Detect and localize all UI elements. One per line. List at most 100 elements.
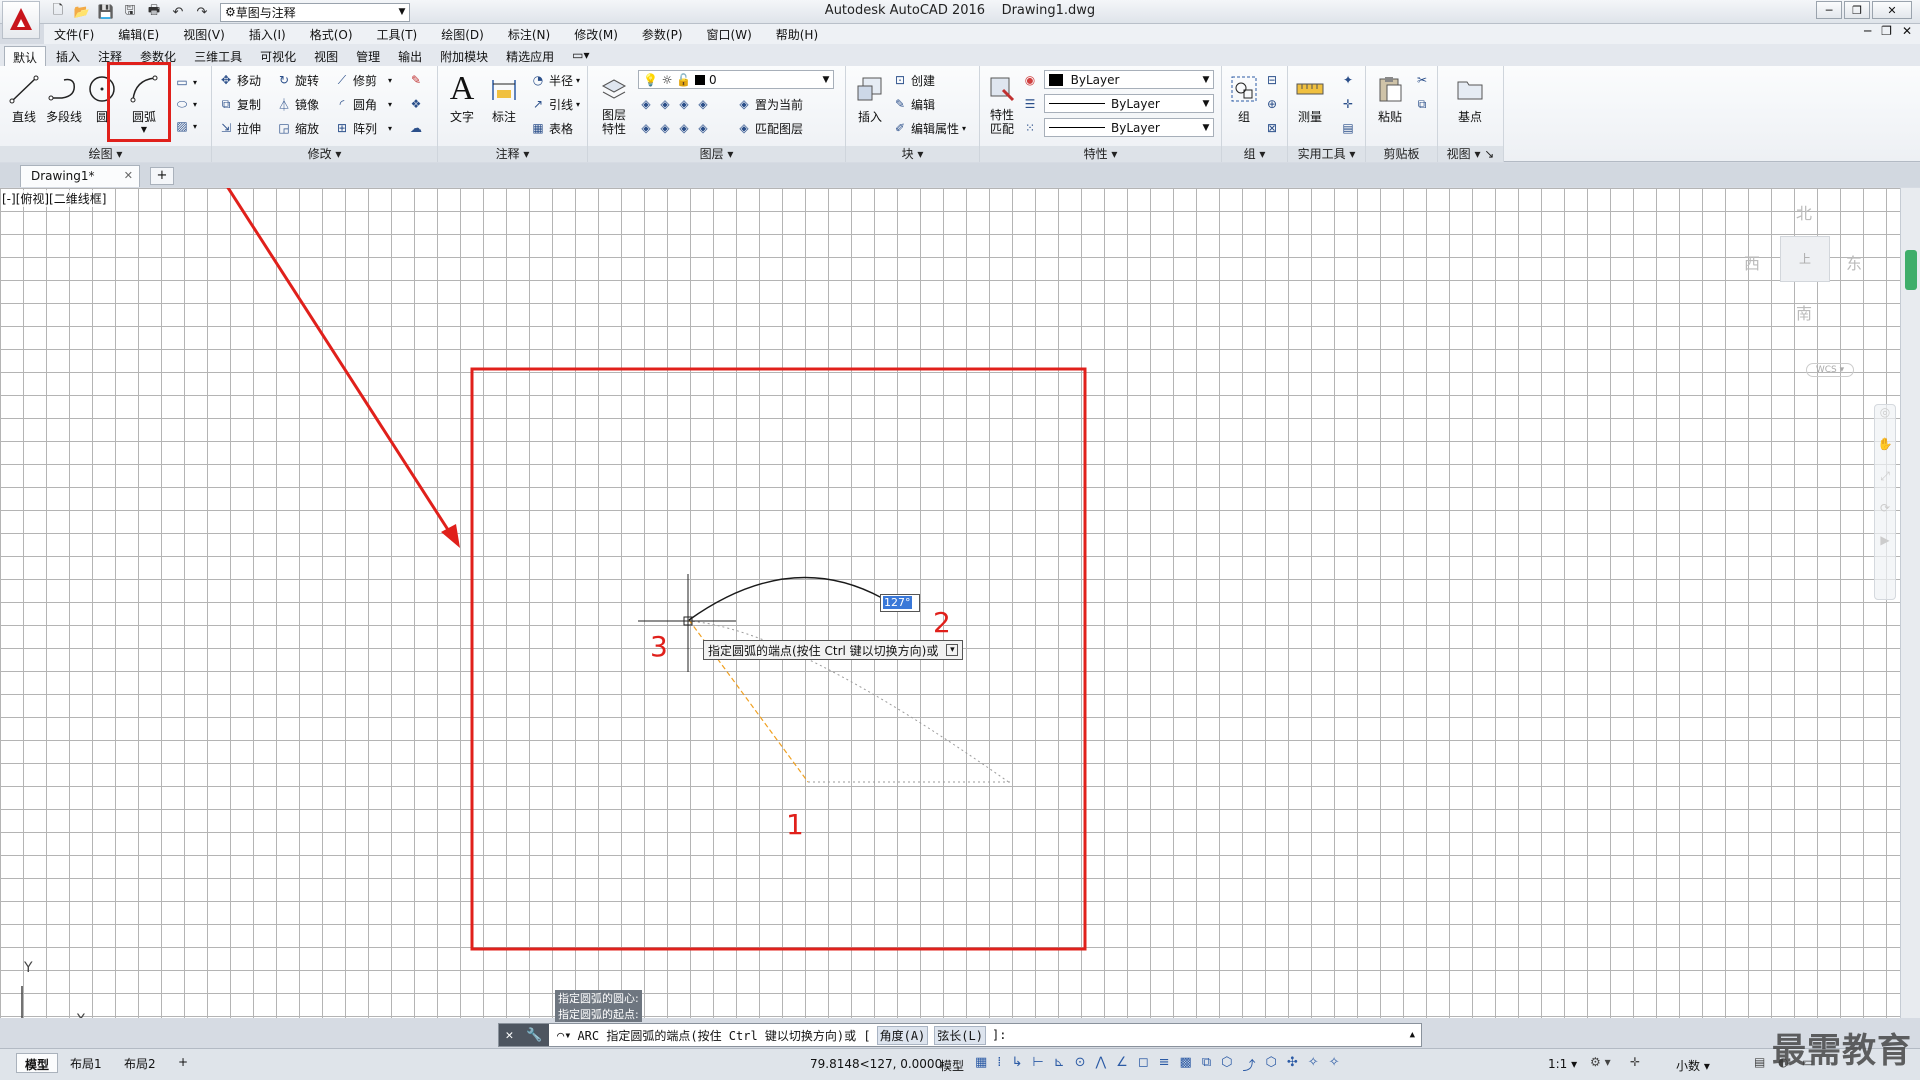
match-layer-button[interactable]: ◈ 匹配图层: [736, 118, 803, 138]
lineweight-dropdown[interactable]: ByLayer ▼: [1044, 118, 1214, 137]
lineweight-icon[interactable]: ☰: [1022, 94, 1038, 114]
ribbon-tab-0[interactable]: 默认: [4, 46, 47, 66]
annotation-monitor-icon[interactable]: ✛: [1630, 1055, 1640, 1069]
polyline-button[interactable]: 多段线: [42, 70, 86, 125]
layout2-tab[interactable]: 布局2: [116, 1053, 164, 1073]
annotation-panel-title[interactable]: 注释 ▾: [438, 146, 587, 162]
annotation-scale[interactable]: 1:1 ▾: [1548, 1057, 1577, 1071]
ungroup-icon[interactable]: ⊟: [1264, 70, 1280, 90]
doc-close-button[interactable]: ✕: [1902, 24, 1912, 38]
array-button[interactable]: ⊞ 阵列 ▾: [334, 118, 392, 138]
doc-minimize-button[interactable]: ─: [1864, 24, 1871, 38]
groups-panel-title[interactable]: 组 ▾: [1222, 146, 1287, 162]
ribbon-tab-9[interactable]: 附加模块: [432, 46, 496, 66]
dimension-button[interactable]: 标注: [484, 70, 524, 125]
units-select[interactable]: 小数 ▾: [1676, 1057, 1710, 1074]
close-tab-icon[interactable]: ✕: [124, 169, 133, 182]
layers-panel-title[interactable]: 图层 ▾: [588, 146, 845, 162]
insert-block-button[interactable]: 插入: [850, 70, 890, 125]
angle-input[interactable]: 127°: [880, 594, 920, 612]
layer-thaw-icon[interactable]: ◈: [676, 120, 692, 136]
new-tab-button[interactable]: +: [150, 167, 174, 185]
hatch-button[interactable]: ▨ ▾: [174, 116, 197, 136]
make-current-button[interactable]: ◈ 置为当前: [736, 94, 803, 114]
ribbon-tab-3[interactable]: 参数化: [132, 46, 184, 66]
utilities-panel-title[interactable]: 实用工具 ▾: [1288, 146, 1365, 162]
transparency-toggle-icon[interactable]: ▩: [1180, 1055, 1192, 1074]
measure-button[interactable]: 测量: [1290, 70, 1330, 125]
ribbon-tab-2[interactable]: 注释: [90, 46, 130, 66]
paste-button[interactable]: 粘贴: [1370, 70, 1410, 125]
steering-wheel-icon[interactable]: ◎: [1875, 405, 1895, 437]
workspace-gear-icon[interactable]: ⚙ ▾: [1590, 1055, 1611, 1069]
ortho-icon[interactable]: ⊾: [1054, 1055, 1065, 1074]
menu-item-6[interactable]: 绘图(D): [441, 26, 484, 43]
ribbon-tab-7[interactable]: 管理: [348, 46, 388, 66]
layer-off-icon[interactable]: ◈: [638, 96, 654, 112]
layer-lock-icon[interactable]: ◈: [695, 96, 711, 112]
viewcube-top-face[interactable]: 上: [1780, 236, 1830, 282]
gizmo-icon[interactable]: ✣: [1287, 1055, 1298, 1074]
auto-scale-icon[interactable]: ✧: [1329, 1055, 1340, 1074]
create-block-button[interactable]: ⊡ 创建: [892, 70, 935, 90]
doc-restore-button[interactable]: ❐: [1881, 24, 1892, 38]
explode-button[interactable]: ❖: [408, 94, 424, 114]
menu-item-0[interactable]: 文件(F): [54, 26, 94, 43]
modify-panel-title[interactable]: 修改 ▾: [212, 146, 437, 162]
erase-button[interactable]: ✎: [408, 70, 424, 90]
offset-button[interactable]: ☁: [408, 118, 424, 138]
command-history-toggle-icon[interactable]: ▲: [1410, 1030, 1415, 1040]
trim-button[interactable]: ⟋ 修剪 ▾: [334, 70, 392, 90]
dynamic-ucs-icon[interactable]: ⊢: [1032, 1055, 1043, 1074]
grid-icon[interactable]: ▦: [975, 1055, 987, 1074]
clipboard-panel-title[interactable]: 剪贴板: [1366, 146, 1437, 162]
rotate-button[interactable]: ↻ 旋转: [276, 70, 319, 90]
selection-cycling-icon[interactable]: ⧉: [1202, 1055, 1211, 1074]
annotation-visibility-icon[interactable]: ✧: [1308, 1055, 1319, 1074]
close-command-icon[interactable]: ✕: [505, 1028, 513, 1043]
circle-button[interactable]: 圆: [84, 70, 120, 125]
polar-icon[interactable]: ⊙: [1075, 1055, 1086, 1074]
table-button[interactable]: ▦ 表格: [530, 118, 573, 138]
calculator-icon[interactable]: ▤: [1340, 118, 1356, 138]
ribbon-tab-1[interactable]: 插入: [48, 46, 88, 66]
linetype-dropdown[interactable]: ByLayer ▼: [1044, 94, 1214, 113]
menu-item-4[interactable]: 格式(O): [310, 26, 353, 43]
object-snap-tracking-icon[interactable]: ∠: [1116, 1055, 1128, 1074]
group-select-icon[interactable]: ⊠: [1264, 118, 1280, 138]
scale-button[interactable]: ◲ 缩放: [276, 118, 319, 138]
viewcube[interactable]: 北 西 东 南 上: [1744, 200, 1864, 323]
option-chord[interactable]: 弦长(L): [934, 1025, 986, 1045]
edit-block-button[interactable]: ✎ 编辑: [892, 94, 935, 114]
infer-icon[interactable]: ↳: [1011, 1055, 1022, 1074]
match-properties-button[interactable]: 特性 匹配: [982, 70, 1022, 136]
layer-unlock-icon[interactable]: ◈: [695, 120, 711, 136]
viewcube-north[interactable]: 北: [1796, 200, 1812, 224]
orbit-icon[interactable]: ⟳: [1875, 501, 1895, 533]
layer-dropdown[interactable]: 💡 ☼ 🔓 0 ▼: [638, 70, 834, 89]
object-snap-icon[interactable]: ◻: [1138, 1055, 1149, 1074]
new-layout-button[interactable]: +: [170, 1053, 196, 1073]
draw-panel-title[interactable]: 绘图 ▾: [0, 146, 211, 162]
leader-button[interactable]: ↗ 引线 ▾: [530, 94, 580, 114]
group-edit-icon[interactable]: ⊕: [1264, 94, 1280, 114]
color-dropdown[interactable]: ByLayer ▼: [1044, 70, 1214, 89]
zoom-extents-icon[interactable]: ⤢: [1875, 469, 1895, 501]
drawing-tab[interactable]: Drawing1* ✕: [20, 165, 140, 187]
vertical-scrollbar[interactable]: [1900, 188, 1920, 1018]
ribbon-tab-10[interactable]: 精选应用: [498, 46, 562, 66]
maximize-button[interactable]: ❐: [1844, 1, 1870, 19]
properties-panel-title[interactable]: 特性 ▾: [980, 146, 1221, 162]
lineweight-toggle-icon[interactable]: ≡: [1159, 1055, 1170, 1074]
option-angle[interactable]: 角度(A): [876, 1025, 929, 1045]
fillet-button[interactable]: ◜ 圆角 ▾: [334, 94, 392, 114]
menu-item-7[interactable]: 标注(N): [508, 26, 550, 43]
copy-button[interactable]: ⧉ 复制: [218, 94, 261, 114]
menu-item-3[interactable]: 插入(I): [249, 26, 286, 43]
menu-item-11[interactable]: 帮助(H): [776, 26, 818, 43]
menu-item-2[interactable]: 视图(V): [183, 26, 225, 43]
pan-icon[interactable]: ✋: [1875, 437, 1895, 469]
layer-on-icon[interactable]: ◈: [638, 120, 654, 136]
quick-select-icon[interactable]: ✦: [1340, 70, 1356, 90]
showmotion-icon[interactable]: ▶: [1875, 533, 1895, 565]
